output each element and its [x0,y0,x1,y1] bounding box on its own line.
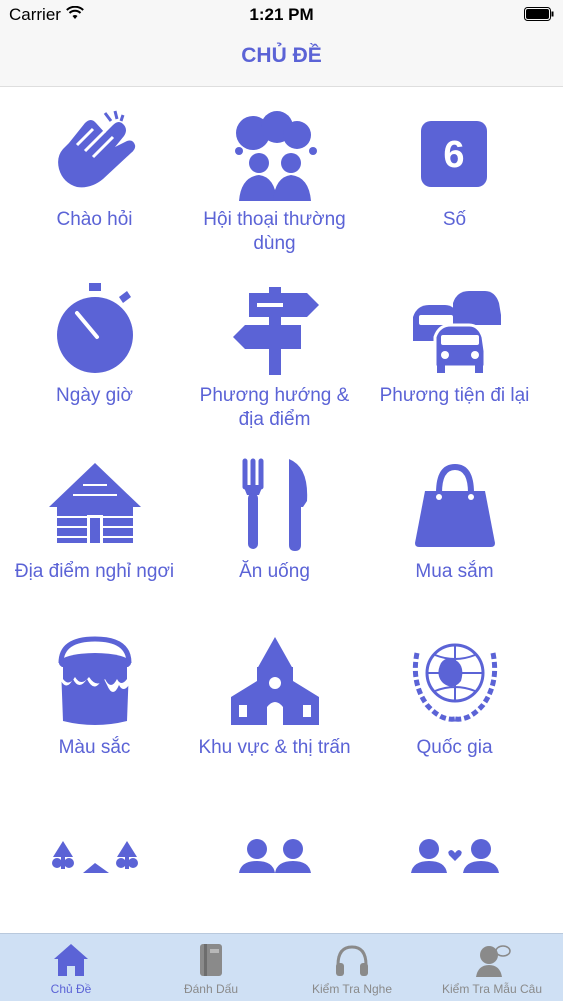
tab-bar: Chủ Đề Đánh Dấu Kiểm Tra Nghe Kiểm Tra M… [0,933,563,1001]
topic-countries[interactable]: Quốc gia [361,615,548,791]
paint-bucket-icon [47,633,143,729]
conversation-people-icon [227,105,323,201]
stopwatch-icon [47,281,143,377]
couple-heart-icon [407,809,503,905]
topic-label: Mua sắm [415,561,494,582]
headphones-icon [332,941,372,979]
topic-label: Địa điểm nghỉ ngơi [14,561,175,582]
shopping-bag-icon [407,457,503,553]
church-icon [227,633,323,729]
clapping-hands-icon [47,105,143,201]
topic-label: Phương tiện đi lại [379,385,530,406]
tab-bookmarks[interactable]: Đánh Dấu [141,934,281,1001]
topic-label: Hội thoại thường dùng [203,209,346,254]
topic-shopping[interactable]: Mua sắm [361,439,548,615]
tab-listening-test[interactable]: Kiểm Tra Nghe [282,934,422,1001]
topic-numbers[interactable]: 6 Số [361,87,548,263]
tab-label: Chủ Đề [50,982,92,996]
home-icon [51,941,91,979]
topic-accommodation[interactable]: Địa điểm nghỉ ngơi [1,439,188,615]
navigation-bar: CHỦ ĐỀ [0,30,563,87]
number-icon: 6 [407,105,503,201]
page-title: CHỦ ĐỀ [241,44,322,67]
topic-label: Số [442,209,467,230]
number-icon-text: 6 [443,134,464,176]
topic-colors[interactable]: Màu sắc [1,615,188,791]
topic-label: Ngày giờ [56,385,133,406]
status-bar: Carrier 1:21 PM [0,0,563,30]
topic-label: Màu sắc [58,737,131,758]
topic-food-drink[interactable]: Ăn uống [181,439,368,615]
topic-grid[interactable]: Chào hỏi Hội thoại thường dùng 6 Số Ngày… [0,87,563,933]
signpost-icon [227,281,323,377]
topic-people[interactable] [181,791,368,933]
book-icon [191,941,231,979]
topic-greetings[interactable]: Chào hỏi [1,87,188,263]
topic-transport[interactable]: Phương tiện đi lại [361,263,548,439]
topic-date-time[interactable]: Ngày giờ [1,263,188,439]
speaking-person-icon [472,941,512,979]
topic-common-conversation[interactable]: Hội thoại thường dùng [181,87,368,263]
tab-label: Kiểm Tra Nghe [311,982,393,996]
status-time: 1:21 PM [249,5,314,24]
cars-icon [407,281,503,377]
topic-label: Phương hướng & địa điểm [199,385,350,430]
topic-label: Ăn uống [239,561,310,582]
two-people-icon [227,809,323,905]
tab-label: Đánh Dấu [183,982,239,996]
topic-label: Khu vực & thị trấn [198,737,351,758]
topic-label: Quốc gia [416,737,493,758]
topic-landscape[interactable] [1,791,188,933]
topic-relationships[interactable] [361,791,548,933]
topic-directions[interactable]: Phương hướng & địa điểm [181,263,368,439]
tab-topics[interactable]: Chủ Đề [1,934,141,1001]
tab-sentence-test[interactable]: Kiểm Tra Mẫu Câu [422,934,562,1001]
cabin-icon [47,457,143,553]
landscape-icon [47,809,143,905]
topic-areas-towns[interactable]: Khu vực & thị trấn [181,615,368,791]
tab-label: Kiểm Tra Mẫu Câu [441,982,543,996]
battery-icon [524,7,554,21]
topic-label: Chào hỏi [56,209,133,230]
united-nations-icon [407,633,503,729]
fork-knife-icon [227,457,323,553]
